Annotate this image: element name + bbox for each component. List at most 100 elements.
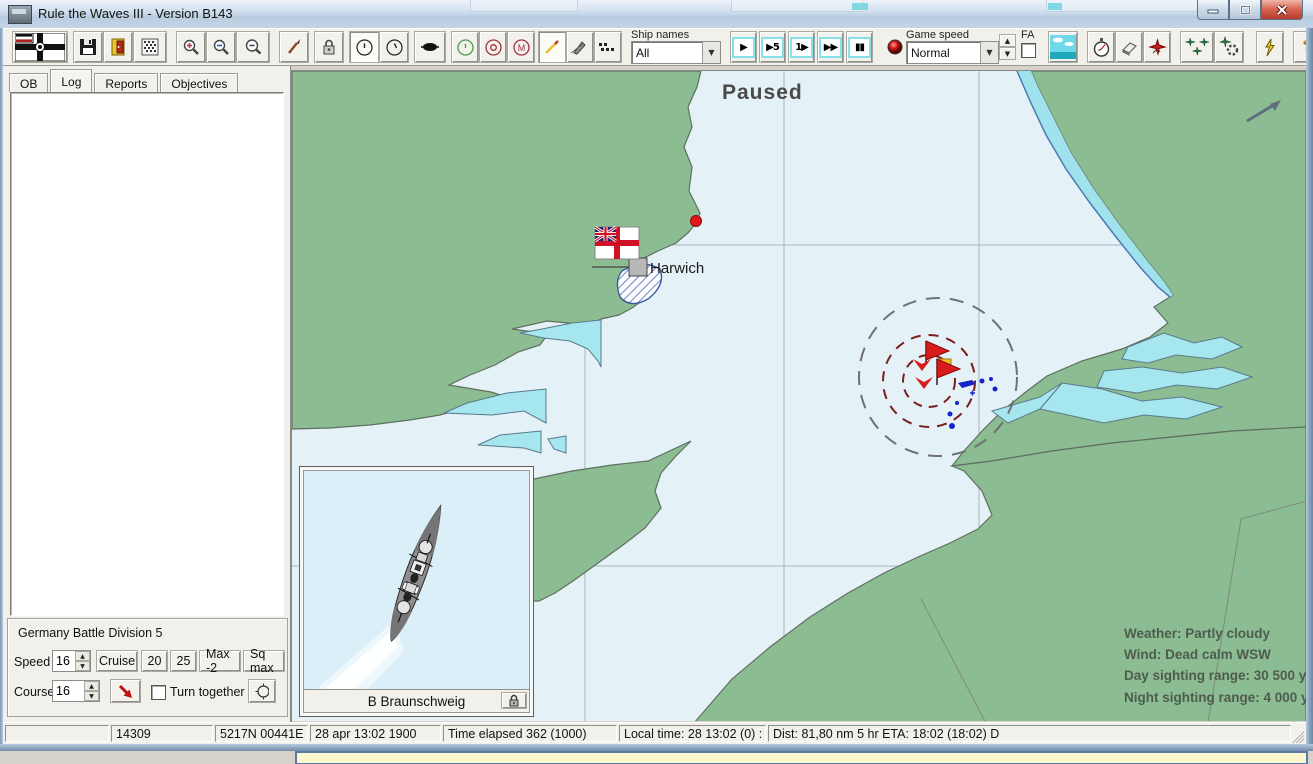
speed-down-button[interactable]: ▼ xyxy=(75,661,90,671)
ship-caption-bar: B Braunschweig xyxy=(304,689,529,712)
close-icon xyxy=(1276,5,1288,15)
resize-grip[interactable] xyxy=(1292,731,1304,743)
speed-max2-button[interactable]: Max -2 xyxy=(199,650,241,672)
lock-view-button[interactable] xyxy=(314,31,344,63)
zoom-out-button[interactable] xyxy=(206,31,236,63)
game-speed-value: Normal xyxy=(907,46,980,60)
course-label: Course xyxy=(14,685,54,699)
speed-25-button[interactable]: 25 xyxy=(170,650,197,672)
course-arrow-button[interactable] xyxy=(110,679,141,703)
window-border-left xyxy=(0,28,3,751)
course-up-button[interactable]: ▲ xyxy=(84,681,99,691)
play-button[interactable]: ▶ xyxy=(730,31,757,63)
background-window-strip xyxy=(295,751,1308,764)
title-bar[interactable]: Rule the Waves III - Version B143 xyxy=(0,0,1313,29)
svg-text:M: M xyxy=(517,42,525,52)
range-circle-tilted-button[interactable] xyxy=(379,31,409,63)
ship-names-label: Ship names xyxy=(631,30,721,41)
weather-view-button[interactable] xyxy=(1048,31,1078,63)
ship-ellipse-button[interactable] xyxy=(414,31,446,63)
dither-pattern-icon xyxy=(141,38,159,56)
inset-lock-icon xyxy=(508,694,520,707)
air-ops-icon xyxy=(1217,36,1241,58)
main-toolbar: M Ship names All ▼ ▶ xyxy=(3,28,1306,66)
dropdown-arrow-icon[interactable]: ▼ xyxy=(980,42,998,63)
pen-button[interactable] xyxy=(566,31,594,63)
speed-spinbox[interactable]: 16 ▲▼ xyxy=(52,650,91,672)
course-spinbox[interactable]: 16 ▲▼ xyxy=(52,680,100,702)
spin-up-button[interactable]: ▲ xyxy=(999,34,1016,47)
course-down-button[interactable]: ▼ xyxy=(84,691,99,701)
ship-ellipse-icon xyxy=(420,40,440,54)
chronometer-button[interactable] xyxy=(1087,31,1115,63)
log-list[interactable] xyxy=(10,92,284,616)
maximize-button[interactable] xyxy=(1229,0,1261,20)
pen-icon xyxy=(571,38,589,56)
brush-button[interactable] xyxy=(279,31,309,63)
green-circle-button[interactable] xyxy=(451,31,479,63)
minimize-button[interactable] xyxy=(1197,0,1229,20)
speed-sqmax-button[interactable]: Sq max xyxy=(243,650,285,672)
inset-lock-button[interactable] xyxy=(501,692,527,709)
tab-reports[interactable]: Reports xyxy=(94,73,158,92)
game-speed-label: Game speed xyxy=(906,30,999,41)
play-1-icon: 1▶ xyxy=(790,37,813,58)
lightning-button[interactable] xyxy=(1256,31,1284,63)
range-circle-button[interactable] xyxy=(349,31,379,63)
spin-down-button[interactable]: ▼ xyxy=(999,47,1016,60)
dropdown-arrow-icon[interactable]: ▼ xyxy=(702,42,720,63)
lock-icon xyxy=(320,38,338,56)
fa-checkbox[interactable] xyxy=(1021,43,1036,58)
eraser-button[interactable] xyxy=(1115,31,1143,63)
restore-icon xyxy=(1240,5,1251,15)
ship-inset-view[interactable] xyxy=(304,471,529,689)
pause-icon: ▮▮ xyxy=(848,37,871,58)
status-localtime: Local time: 28 13:02 (0) : Day xyxy=(619,725,766,742)
course-value: 16 xyxy=(53,684,84,698)
german-ensign-button[interactable] xyxy=(12,31,68,63)
speed-up-button[interactable]: ▲ xyxy=(75,651,90,661)
pause-button[interactable]: ▮▮ xyxy=(846,31,873,63)
port-marker[interactable] xyxy=(629,258,647,276)
air-ops-button[interactable] xyxy=(1214,31,1244,63)
speed-label: Speed xyxy=(14,655,50,669)
play-1-button[interactable]: 1▶ xyxy=(788,31,815,63)
formation-button[interactable] xyxy=(248,679,276,703)
speed-cruise-button[interactable]: Cruise xyxy=(96,650,138,672)
save-button[interactable] xyxy=(73,31,103,63)
red-target-circle-button[interactable] xyxy=(479,31,507,63)
status-empty xyxy=(5,725,109,742)
fa-group: FA xyxy=(1021,30,1043,64)
dashes-button[interactable] xyxy=(594,31,622,63)
german-ensign-icon xyxy=(15,33,65,61)
air-strike-button[interactable] xyxy=(1143,31,1171,63)
game-speed-select[interactable]: Normal ▼ xyxy=(906,41,999,64)
pencil-line-button[interactable] xyxy=(538,31,566,63)
tab-log[interactable]: Log xyxy=(50,69,92,92)
air-group-button[interactable] xyxy=(1180,31,1214,63)
speed-value: 16 xyxy=(53,654,75,668)
background-speck xyxy=(1048,3,1062,10)
fast-forward-icon: ▶▶ xyxy=(819,37,842,58)
division-panel: Germany Battle Division 5 Speed 16 ▲▼ Cr… xyxy=(7,618,288,717)
ship-names-select[interactable]: All ▼ xyxy=(631,41,721,64)
exit-button[interactable] xyxy=(103,31,133,63)
zoom-in-button[interactable] xyxy=(176,31,206,63)
division-title: Germany Battle Division 5 xyxy=(18,626,163,640)
play-5-button[interactable]: ▶5 xyxy=(759,31,786,63)
turn-together-checkbox[interactable] xyxy=(151,685,166,700)
red-m-circle-button[interactable]: M xyxy=(507,31,535,63)
zoom-far-button[interactable] xyxy=(236,31,270,63)
background-window-fragment xyxy=(1046,0,1198,12)
fast-forward-button[interactable]: ▶▶ xyxy=(817,31,844,63)
tab-objectives[interactable]: Objectives xyxy=(160,73,238,92)
green-circle-icon xyxy=(456,38,475,57)
range-circle-tilted-icon xyxy=(385,38,404,57)
status-bar: 14309 5217N 00441E 28 apr 13:02 1900 Tim… xyxy=(3,722,1306,745)
close-button[interactable] xyxy=(1261,0,1303,20)
tab-ob[interactable]: OB xyxy=(9,73,48,92)
speed-20-button[interactable]: 20 xyxy=(141,650,168,672)
dither-pattern-button[interactable] xyxy=(133,31,167,63)
ship-inset-panel: B Braunschweig xyxy=(299,466,534,717)
brush-icon xyxy=(285,38,303,56)
